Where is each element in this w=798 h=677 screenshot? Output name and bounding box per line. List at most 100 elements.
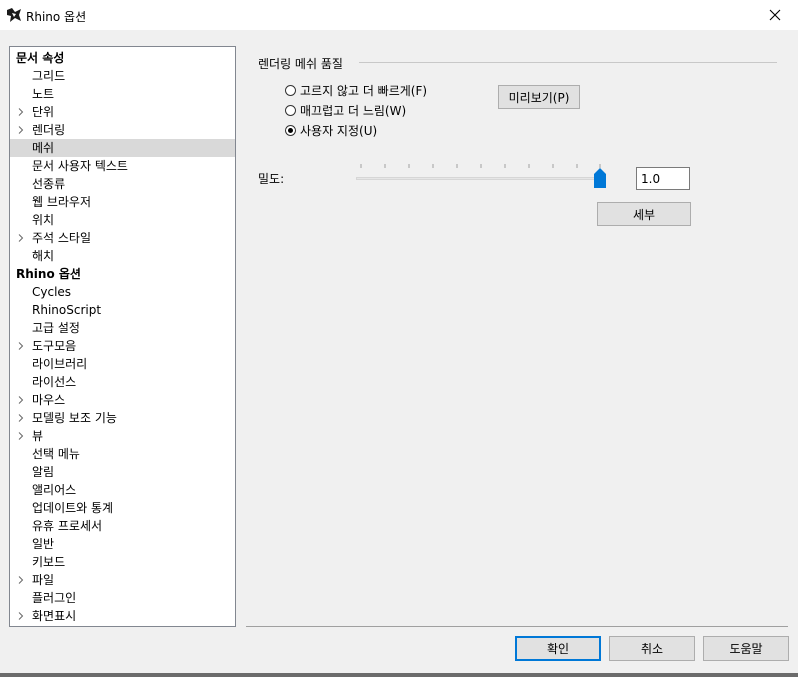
radio-custom[interactable]: 사용자 지정(U) [285,122,377,138]
tree-item[interactable]: 노트 [10,85,235,103]
tree-item-label: 웹 브라우저 [32,195,92,209]
chevron-right-icon[interactable] [17,432,25,440]
tree-item-label: 유휴 프로세서 [32,519,103,533]
chevron-right-icon[interactable] [17,108,25,116]
tree-item-label: 라이브러리 [32,357,88,371]
radio-jagged-faster-label: 고르지 않고 더 빠르게(F) [300,83,428,98]
radio-smooth-slower[interactable]: 매끄럽고 더 느림(W) [285,102,406,118]
tree-item[interactable]: 도구모음 [10,337,235,355]
footer-divider [246,626,788,627]
tree-item[interactable]: 라이선스 [10,373,235,391]
tree-item-label: 선종류 [32,177,66,191]
tree-item-label: 알림 [32,465,55,479]
help-button[interactable]: 도움말 [703,636,789,661]
tree-item[interactable]: 마우스 [10,391,235,409]
tree-item-label: 플러그인 [32,591,77,605]
tree-item-label: 문서 속성 [16,51,65,65]
tree-item-label: Rhino 옵션 [16,267,81,281]
tree-item[interactable]: 주석 스타일 [10,229,235,247]
tree-item-label: 메쉬 [32,141,55,155]
tree-item-label: 뷰 [32,429,44,443]
tree-item-label: 고급 설정 [32,321,80,335]
density-slider-thumb[interactable] [594,168,606,188]
tree-item[interactable]: 문서 사용자 텍스트 [10,157,235,175]
chevron-right-icon[interactable] [17,234,25,242]
tree-item-label: 노트 [32,87,55,101]
tree-item-label: 주석 스타일 [32,231,92,245]
chevron-right-icon[interactable] [17,126,25,134]
tree-item[interactable]: 뷰 [10,427,235,445]
tree-item-label: 키보드 [32,555,66,569]
chevron-right-icon[interactable] [17,576,25,584]
radio-smooth-slower-indicator[interactable] [285,104,296,116]
tree-item-label: 마우스 [32,393,66,407]
tree-item[interactable]: 단위 [10,103,235,121]
radio-custom-label: 사용자 지정(U) [300,123,378,138]
tree-item[interactable]: 문서 속성 [10,49,235,67]
tree-item[interactable]: 키보드 [10,553,235,571]
options-tree[interactable]: 문서 속성그리드노트단위렌더링메쉬문서 사용자 텍스트선종류웹 브라우저위치주석… [9,46,236,627]
tree-item[interactable]: 앨리어스 [10,481,235,499]
chevron-right-icon[interactable] [17,396,25,404]
tree-item[interactable]: 위치 [10,211,235,229]
tree-item[interactable]: Rhino 옵션 [10,265,235,283]
tree-item[interactable]: 모델링 보조 기능 [10,409,235,427]
tree-item[interactable]: Cycles [10,283,235,301]
radio-custom-indicator[interactable] [285,124,296,136]
tree-item[interactable]: 렌더링 [10,121,235,139]
tree-item[interactable]: 선종류 [10,175,235,193]
tree-item[interactable]: 일반 [10,535,235,553]
tree-item-label: 도구모음 [32,339,77,353]
tree-item-label: 단위 [32,105,55,119]
radio-jagged-faster[interactable]: 고르지 않고 더 빠르게(F) [285,82,427,98]
tree-item-label: 위치 [32,213,55,227]
tree-item[interactable]: 웹 브라우저 [10,193,235,211]
radio-jagged-faster-indicator[interactable] [285,84,296,96]
tree-item[interactable]: 알림 [10,463,235,481]
tree-item[interactable]: 업데이트와 통계 [10,499,235,517]
tree-item-label: 문서 사용자 텍스트 [32,159,128,173]
tree-item-label: 업데이트와 통계 [32,501,114,515]
close-icon [769,9,781,21]
chevron-right-icon[interactable] [17,414,25,422]
title-bar: Rhino 옵션 [0,0,798,30]
tree-item-label: 화면표시 [32,609,77,623]
tree-item[interactable]: 해치 [10,247,235,265]
radio-smooth-slower-label: 매끄럽고 더 느림(W) [300,103,407,118]
tree-item[interactable]: 화면표시 [10,607,235,625]
tree-item[interactable]: 파일 [10,571,235,589]
render-mesh-quality-title: 렌더링 메쉬 품질 [258,57,343,71]
tree-item[interactable]: 라이브러리 [10,355,235,373]
tree-item-label: Cycles [32,285,72,299]
slider-ticks [360,164,601,168]
group-divider [359,62,777,63]
chevron-right-icon[interactable] [17,342,25,350]
tree-item-label: 선택 메뉴 [32,447,80,461]
tree-item-label: 모델링 보조 기능 [32,411,117,425]
tree-item-label: 그리드 [32,69,66,83]
tree-item-label: RhinoScript [32,303,102,317]
density-slider-track[interactable] [356,177,603,180]
tree-item[interactable]: 플러그인 [10,589,235,607]
tree-item[interactable]: 고급 설정 [10,319,235,337]
ok-button[interactable]: 확인 [515,636,601,661]
tree-item[interactable]: RhinoScript [10,301,235,319]
rhino-app-icon [6,7,22,23]
tree-item-label: 파일 [32,573,55,587]
preview-button[interactable]: 미리보기(P) [498,85,580,109]
tree-item[interactable]: 그리드 [10,67,235,85]
tree-item-label: 앨리어스 [32,483,77,497]
chevron-right-icon[interactable] [17,612,25,620]
close-button[interactable] [752,0,798,30]
tree-item-label: 렌더링 [32,123,66,137]
tree-item-label: 일반 [32,537,55,551]
tree-item-label: 라이선스 [32,375,77,389]
tree-item[interactable]: 메쉬 [10,139,235,157]
density-input[interactable] [636,167,690,190]
tree-item[interactable]: 선택 메뉴 [10,445,235,463]
tree-item[interactable]: 유휴 프로세서 [10,517,235,535]
bottom-edge [0,673,798,677]
cancel-button[interactable]: 취소 [609,636,695,661]
window-title: Rhino 옵션 [26,10,87,24]
details-button[interactable]: 세부 [597,202,691,226]
